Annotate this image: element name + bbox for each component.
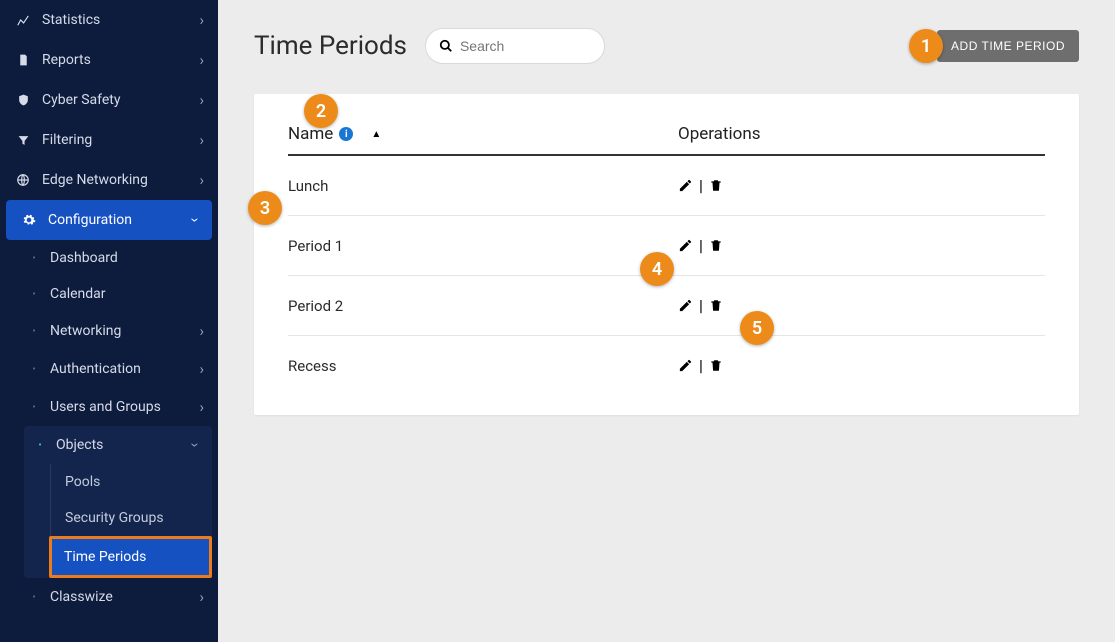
chevron-right-icon: › xyxy=(199,171,204,189)
bullet-icon: • xyxy=(28,253,40,264)
sidebar-item-label: Security Groups xyxy=(65,510,164,526)
search-wrap xyxy=(425,28,605,64)
trash-icon[interactable] xyxy=(709,238,723,253)
bullet-icon: • xyxy=(28,402,40,413)
chevron-right-icon: › xyxy=(199,398,204,416)
sidebar-item-security-groups[interactable]: Security Groups xyxy=(51,500,212,536)
search-icon xyxy=(439,39,453,53)
sidebar-item-objects[interactable]: • Objects › xyxy=(24,426,212,464)
sidebar-item-label: Classwize xyxy=(50,589,199,605)
chevron-right-icon: › xyxy=(199,131,204,149)
add-time-period-button[interactable]: ADD TIME PERIOD xyxy=(937,30,1079,62)
sidebar-item-label: Dashboard xyxy=(50,250,204,266)
sidebar-item-label: Networking xyxy=(50,323,199,339)
page-title: Time Periods xyxy=(254,31,407,61)
sidebar-item-dashboard[interactable]: • Dashboard xyxy=(18,240,218,276)
sidebar-item-label: Filtering xyxy=(42,132,199,148)
row-name: Period 1 xyxy=(288,237,678,255)
sidebar-item-label: Configuration xyxy=(48,212,193,228)
sidebar-item-statistics[interactable]: Statistics › xyxy=(0,0,218,40)
chevron-right-icon: › xyxy=(199,360,204,378)
sidebar-item-pools[interactable]: Pools xyxy=(51,464,212,500)
edit-icon[interactable] xyxy=(678,298,693,313)
chevron-down-icon: › xyxy=(187,218,205,223)
sidebar-item-configuration[interactable]: Configuration › xyxy=(6,200,212,240)
sidebar-item-label: Edge Networking xyxy=(42,172,199,188)
table-row: Lunch | xyxy=(288,156,1045,216)
sidebar-item-calendar[interactable]: • Calendar xyxy=(18,276,218,312)
objects-submenu: Pools Security Groups Time Periods xyxy=(50,464,212,578)
callout-badge-1: 1 xyxy=(909,29,943,63)
info-icon[interactable]: i xyxy=(339,127,353,141)
separator: | xyxy=(699,176,703,195)
sidebar-item-users-groups[interactable]: • Users and Groups › xyxy=(18,388,218,426)
chevron-right-icon: › xyxy=(199,51,204,69)
bullet-icon: • xyxy=(34,440,46,451)
objects-group: • Objects › Pools Security Groups Time P… xyxy=(24,426,212,578)
table-header: Name i ▲ Operations xyxy=(288,124,1045,156)
sidebar-item-reports[interactable]: Reports › xyxy=(0,40,218,80)
sidebar-item-label: Pools xyxy=(65,474,100,490)
sidebar-item-time-periods[interactable]: Time Periods xyxy=(49,536,212,578)
trash-icon[interactable] xyxy=(709,358,723,373)
edit-icon[interactable] xyxy=(678,358,693,373)
chevron-down-icon: › xyxy=(187,443,205,448)
bullet-icon: • xyxy=(28,364,40,375)
main-content: Time Periods ADD TIME PERIOD Name i ▲ Op… xyxy=(218,0,1115,642)
bullet-icon: • xyxy=(28,289,40,300)
filter-icon xyxy=(14,134,32,147)
gear-icon xyxy=(20,213,38,227)
sidebar-item-label: Users and Groups xyxy=(50,399,199,415)
sidebar-item-cyber-safety[interactable]: Cyber Safety › xyxy=(0,80,218,120)
separator: | xyxy=(699,236,703,255)
bullet-icon: • xyxy=(28,326,40,337)
table-row: Recess | xyxy=(288,336,1045,395)
callout-badge-4: 4 xyxy=(640,252,674,286)
sidebar-item-label: Time Periods xyxy=(64,549,146,565)
trash-icon[interactable] xyxy=(709,298,723,313)
chevron-right-icon: › xyxy=(199,322,204,340)
document-icon xyxy=(14,53,32,67)
edit-icon[interactable] xyxy=(678,178,693,193)
table-row: Period 2 | xyxy=(288,276,1045,336)
sidebar-item-label: Reports xyxy=(42,52,199,68)
configuration-submenu: • Dashboard • Calendar • Networking › • … xyxy=(0,240,218,616)
bullet-icon: • xyxy=(28,592,40,603)
sidebar-item-label: Statistics xyxy=(42,12,199,28)
chevron-right-icon: › xyxy=(199,11,204,29)
callout-badge-2: 2 xyxy=(304,94,338,128)
sidebar-item-filtering[interactable]: Filtering › xyxy=(0,120,218,160)
callout-badge-5: 5 xyxy=(740,311,774,345)
column-operations-header: Operations xyxy=(678,124,761,144)
shield-icon xyxy=(14,93,32,107)
separator: | xyxy=(699,296,703,315)
sidebar-item-edge-networking[interactable]: Edge Networking › xyxy=(0,160,218,200)
sidebar-item-authentication[interactable]: • Authentication › xyxy=(18,350,218,388)
page-header: Time Periods ADD TIME PERIOD xyxy=(218,0,1115,74)
row-name: Lunch xyxy=(288,177,678,195)
sidebar-item-networking[interactable]: • Networking › xyxy=(18,312,218,350)
row-name: Recess xyxy=(288,357,678,375)
trash-icon[interactable] xyxy=(709,178,723,193)
sidebar-item-classwize[interactable]: • Classwize › xyxy=(18,578,218,616)
globe-icon xyxy=(14,173,32,187)
sort-asc-icon[interactable]: ▲ xyxy=(371,129,381,140)
row-name: Period 2 xyxy=(288,297,678,315)
edit-icon[interactable] xyxy=(678,238,693,253)
sidebar-item-label: Authentication xyxy=(50,361,199,377)
sidebar-item-label: Cyber Safety xyxy=(42,92,199,108)
chevron-right-icon: › xyxy=(199,588,204,606)
chart-icon xyxy=(14,13,32,27)
sidebar-item-label: Objects xyxy=(56,437,193,453)
chevron-right-icon: › xyxy=(199,91,204,109)
callout-badge-3: 3 xyxy=(248,191,282,225)
sidebar-item-label: Calendar xyxy=(50,286,204,302)
separator: | xyxy=(699,356,703,375)
sidebar: Statistics › Reports › Cyber Safety › Fi… xyxy=(0,0,218,642)
